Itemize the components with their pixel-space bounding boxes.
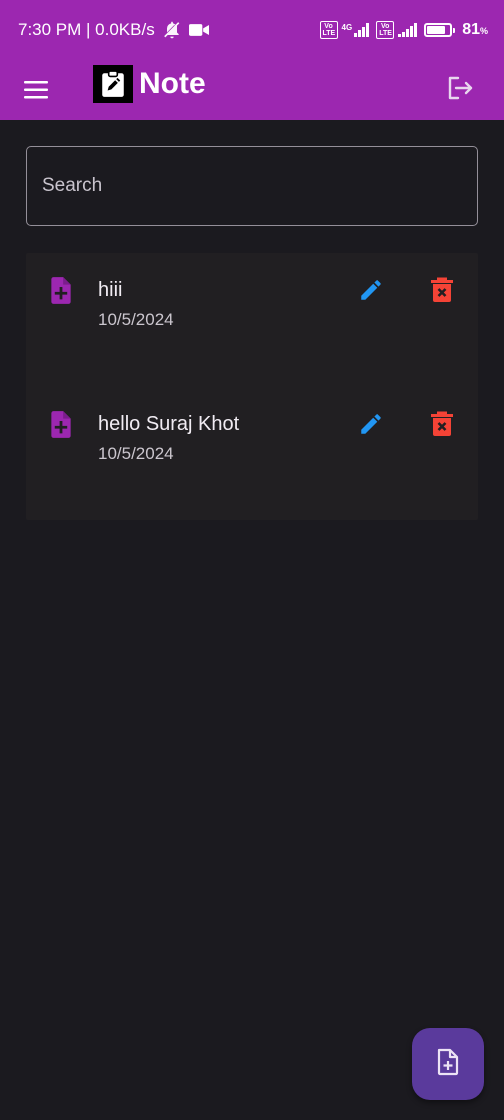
- volte-icon: Vo LTE: [319, 21, 338, 39]
- hamburger-menu-icon[interactable]: [18, 72, 54, 108]
- note-edit-icon: [93, 65, 133, 103]
- battery-percentage: 81%: [462, 21, 488, 38]
- delete-icon[interactable]: [430, 276, 454, 304]
- search-input[interactable]: [27, 147, 477, 225]
- delete-icon[interactable]: [430, 410, 454, 438]
- signal-strength-icon-2: [398, 23, 420, 37]
- note-add-icon: [48, 409, 74, 439]
- note-date: 10/5/2024: [98, 444, 174, 463]
- notes-list: hiii 10/5/2024 hello Suraj Khot 10/5/202…: [26, 253, 478, 520]
- note-title: hiii: [98, 279, 123, 301]
- note-title: hello Suraj Khot: [98, 413, 240, 435]
- volte-icon-2: Vo LTE: [376, 21, 395, 39]
- app-title: Note: [139, 67, 206, 100]
- app-bar: Note: [0, 60, 504, 120]
- note-date: 10/5/2024: [98, 310, 174, 329]
- battery-icon: [424, 23, 456, 37]
- list-item[interactable]: hiii 10/5/2024: [26, 253, 478, 387]
- edit-icon[interactable]: [356, 409, 386, 439]
- signal-strength-icon: [354, 23, 372, 37]
- status-time-speed: 7:30 PM | 0.0KB/s: [18, 20, 155, 39]
- edit-icon[interactable]: [356, 275, 386, 305]
- network-type-label: 4G: [341, 23, 353, 32]
- logout-icon[interactable]: [442, 70, 478, 106]
- status-bar: 7:30 PM | 0.0KB/s Vo LTE 4G Vo LTE 81%: [0, 0, 504, 60]
- vibrate-off-icon: [161, 20, 183, 40]
- video-camera-icon: [188, 23, 209, 37]
- list-item[interactable]: hello Suraj Khot 10/5/2024: [26, 387, 478, 521]
- note-add-icon: [48, 275, 74, 305]
- add-note-button[interactable]: [412, 1028, 484, 1100]
- note-add-icon: [436, 1048, 460, 1081]
- search-field[interactable]: [26, 146, 478, 226]
- notes-screen: 7:30 PM | 0.0KB/s Vo LTE 4G Vo LTE 81% N…: [0, 0, 504, 1120]
